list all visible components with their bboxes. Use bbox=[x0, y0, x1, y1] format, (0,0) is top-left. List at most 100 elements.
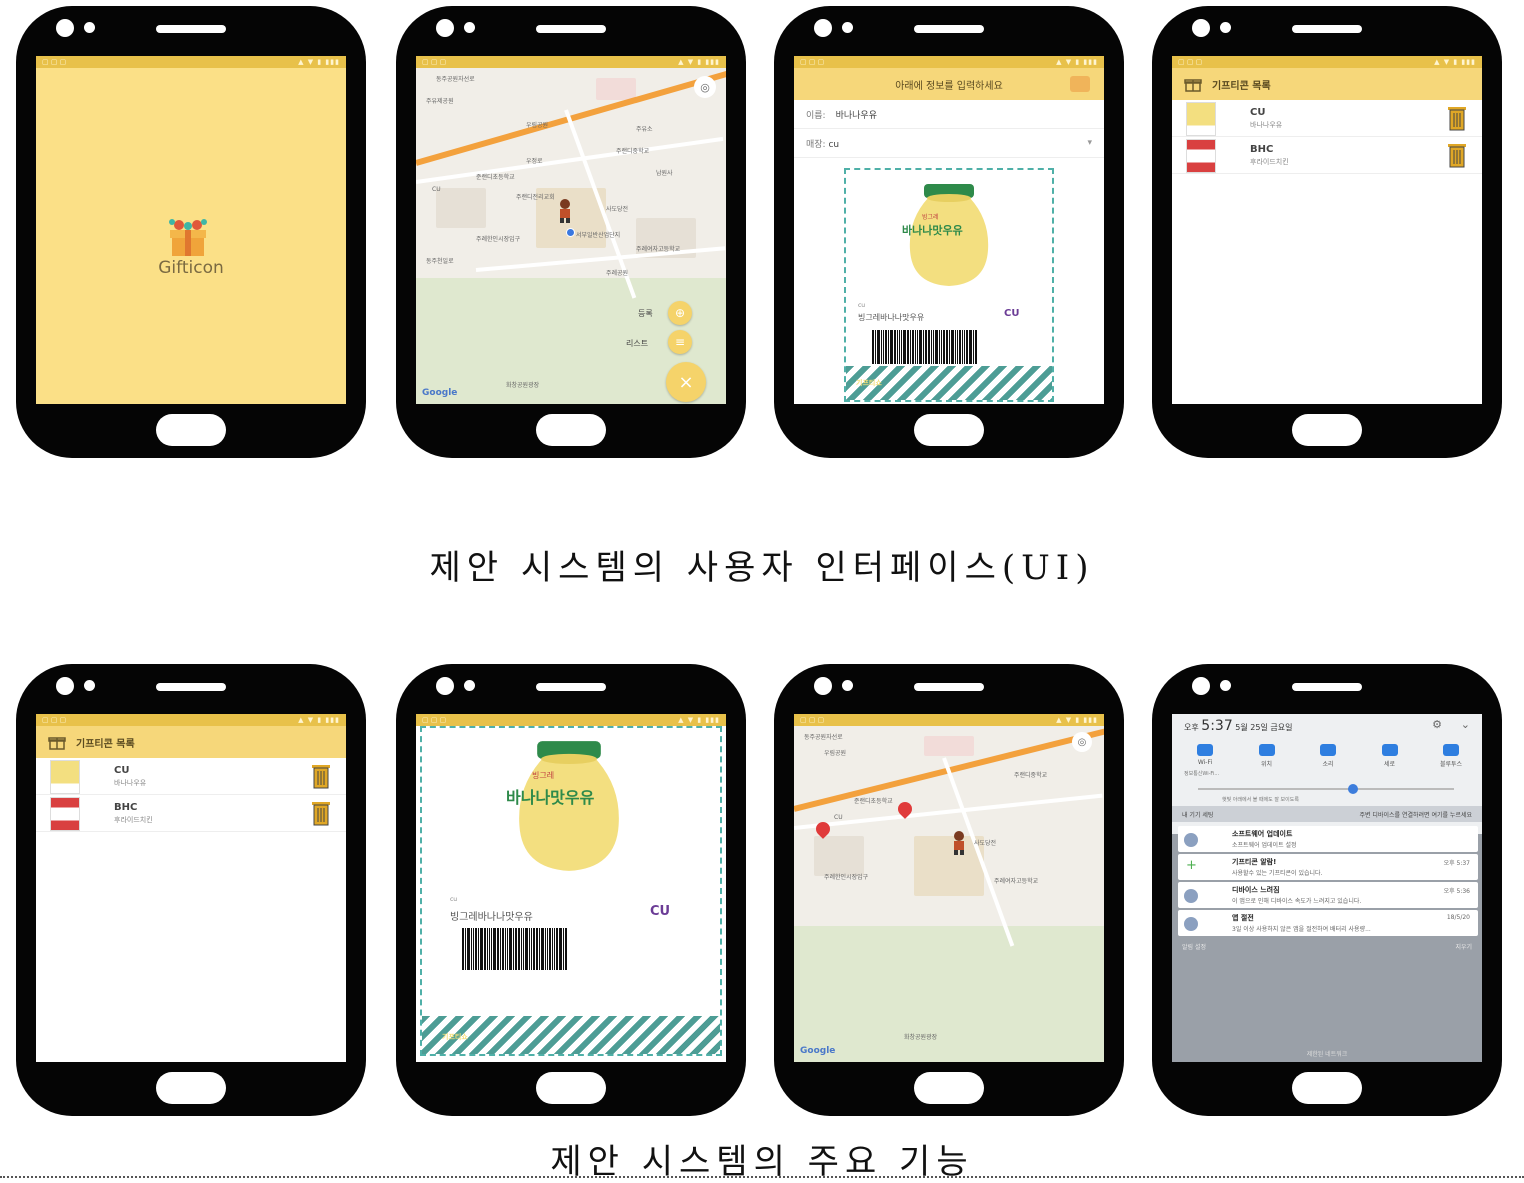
map-label: 주유제공원 bbox=[426, 98, 454, 105]
speaker bbox=[914, 683, 984, 691]
list-item[interactable]: BHC 후라이드치킨 bbox=[36, 795, 346, 832]
barcode-bar bbox=[949, 330, 950, 364]
bhc-chicken-thumbnail bbox=[50, 797, 80, 831]
status-bar: ▢ ▢ ▢ ▲ ▼ ▮ ▮▮▮ bbox=[1172, 56, 1482, 68]
stripe-text: 기프티쇼 bbox=[442, 1033, 468, 1041]
phone-splash: ▢ ▢ ▢ ▲ ▼ ▮ ▮▮▮ Gifticon bbox=[16, 6, 366, 458]
map-label: 주랜디중학교 bbox=[616, 148, 650, 155]
notification-card[interactable]: + 기프티콘 알람! 사용할수 있는 기프티콘이 있습니다. 오후 5:37 bbox=[1178, 854, 1478, 880]
user-location-character-icon bbox=[560, 199, 570, 223]
close-fab[interactable]: × bbox=[666, 362, 706, 402]
list-item[interactable]: CU 바나나우유 bbox=[1172, 100, 1482, 137]
chevron-down-icon[interactable]: ⌄ bbox=[1461, 718, 1470, 731]
list-header-title: 기프티콘 목록 bbox=[76, 738, 135, 750]
bluetooth-toggle[interactable]: 블루투스 bbox=[1428, 744, 1474, 768]
location-toggle[interactable]: 위치 bbox=[1244, 744, 1290, 768]
camera bbox=[1192, 19, 1210, 37]
coupon-product-name: 빙그레바나나맛우유 bbox=[858, 313, 925, 322]
list-item[interactable]: BHC 후라이드치킨 bbox=[1172, 137, 1482, 174]
sensor bbox=[842, 680, 853, 691]
wifi-toggle[interactable]: Wi-Fi bbox=[1182, 744, 1228, 768]
rotation-toggle[interactable]: 세로 bbox=[1367, 744, 1413, 768]
register-fab[interactable]: ⊕ bbox=[668, 301, 692, 325]
clear-all-link[interactable]: 지우기 bbox=[1455, 942, 1472, 951]
notification-card[interactable]: 앱 절전 3일 이상 사용하지 않은 앱을 절전하여 배터리 사용량... 18… bbox=[1178, 910, 1478, 936]
notification-time: 오후 5:36 bbox=[1443, 888, 1470, 895]
home-button[interactable] bbox=[156, 1072, 226, 1104]
barcode bbox=[462, 928, 567, 970]
home-button[interactable] bbox=[536, 1072, 606, 1104]
toggle-label: 블루투스 bbox=[1439, 761, 1463, 768]
map-block bbox=[596, 78, 636, 100]
trash-icon[interactable] bbox=[310, 763, 332, 789]
camera bbox=[1192, 677, 1210, 695]
trash-icon[interactable] bbox=[310, 800, 332, 826]
splash-screen: ▢ ▢ ▢ ▲ ▼ ▮ ▮▮▮ Gifticon bbox=[36, 56, 346, 404]
barcode-bar bbox=[489, 928, 490, 970]
barcode-bar bbox=[513, 928, 514, 970]
list-fab[interactable]: ≡ bbox=[668, 330, 692, 354]
name-field[interactable]: 이름: 바나나우유 bbox=[794, 100, 1104, 129]
map-screen: ▢ ▢ ▢ ▲ ▼ ▮ ▮▮▮ 동주공원자선로 우림공원 주랜디중학교 준랜디초등… bbox=[794, 714, 1104, 1062]
map-label: 주례공원 bbox=[606, 270, 629, 277]
map-view[interactable]: 동주공원자선로 우림공원 주랜디중학교 준랜디초등학교 CU 사도당전 주례여자… bbox=[794, 726, 1104, 1062]
barcode-bar bbox=[941, 330, 942, 364]
barcode-bar bbox=[523, 928, 524, 970]
notification-card[interactable]: 디바이스 느려짐 이 앱으로 인해 디바이스 속도가 느려지고 있습니다. 오후… bbox=[1178, 882, 1478, 908]
phone-coupon: ▢ ▢ ▢ ▲ ▼ ▮ ▮▮▮ 바나나맛우유 빙그레 cu 빙그레바나나맛우유 C… bbox=[396, 664, 746, 1116]
barcode-bar bbox=[539, 928, 540, 970]
barcode-bar bbox=[907, 330, 909, 364]
my-location-button[interactable]: ◎ bbox=[1072, 732, 1092, 752]
notification-card[interactable]: 소프트웨어 업데이트 소프트웨어 업데이트 설정 bbox=[1178, 826, 1478, 852]
home-button[interactable] bbox=[1292, 1072, 1362, 1104]
item-product: 후라이드치킨 bbox=[114, 816, 153, 824]
home-button[interactable] bbox=[1292, 414, 1362, 446]
battery-icon bbox=[1184, 917, 1198, 931]
clock: 오후 5:37 5월 25일 금요일 bbox=[1184, 718, 1292, 734]
barcode-bar bbox=[933, 330, 934, 364]
home-button[interactable] bbox=[914, 414, 984, 446]
trash-icon[interactable] bbox=[1446, 142, 1468, 168]
splash-background: Gifticon bbox=[36, 68, 346, 404]
map-view[interactable]: 동주공원자선로 주유제공원 우림공원 주유소 주랜디중학교 준랜디초등학교 남원… bbox=[416, 68, 726, 404]
map-label: 동주공원자선로 bbox=[436, 76, 475, 83]
gift-box-icon bbox=[169, 219, 207, 256]
barcode-bar bbox=[919, 330, 922, 364]
trash-icon[interactable] bbox=[1446, 105, 1468, 131]
item-store: BHC bbox=[114, 802, 138, 813]
barcode-bar bbox=[541, 928, 544, 970]
home-button[interactable] bbox=[536, 414, 606, 446]
home-button[interactable] bbox=[156, 414, 226, 446]
coupon-stripe: 기프티쇼 bbox=[846, 366, 1052, 400]
stripe-text: 기프티쇼 bbox=[856, 379, 882, 387]
barcode-bar bbox=[484, 928, 486, 970]
store-dropdown[interactable]: 매장: cu ▾ bbox=[794, 129, 1104, 158]
name-value: 바나나우유 bbox=[835, 110, 877, 121]
device-tab[interactable]: 내 기기 세팅 주변 디바이스를 연결하려면 여기를 누르세요 bbox=[1172, 806, 1482, 822]
toggle-label: 소리 bbox=[1322, 761, 1334, 768]
settings-gear-icon[interactable]: ⚙ bbox=[1432, 718, 1442, 731]
street bbox=[416, 136, 724, 184]
sensor bbox=[842, 22, 853, 33]
sound-toggle[interactable]: 소리 bbox=[1305, 744, 1351, 768]
list-item[interactable]: CU 바나나우유 bbox=[36, 758, 346, 795]
speaker bbox=[156, 25, 226, 33]
barcode-bar bbox=[946, 330, 948, 364]
notification-screen: 오후 5:37 5월 25일 금요일 ⚙ ⌄ Wi-Fi 위치 소리 세로 블루… bbox=[1172, 714, 1482, 1062]
barcode-bar bbox=[883, 330, 884, 364]
phone-notifications: 오후 5:37 5월 25일 금요일 ⚙ ⌄ Wi-Fi 위치 소리 세로 블루… bbox=[1152, 664, 1502, 1116]
slider-knob[interactable] bbox=[1348, 784, 1358, 794]
coupon-brand: cu bbox=[858, 302, 866, 309]
gallery-icon[interactable] bbox=[1070, 76, 1090, 92]
home-button[interactable] bbox=[914, 1072, 984, 1104]
banana-milk-thumbnail bbox=[1186, 102, 1216, 136]
maker-label: 빙그레 bbox=[532, 771, 555, 780]
brightness-slider[interactable] bbox=[1198, 784, 1454, 794]
barcode-bar bbox=[872, 330, 874, 364]
notification-settings-link[interactable]: 알림 설정 bbox=[1182, 942, 1206, 951]
location-icon bbox=[1258, 744, 1275, 756]
cu-logo: CU bbox=[1004, 308, 1020, 319]
camera bbox=[814, 19, 832, 37]
my-location-button[interactable]: ◎ bbox=[694, 76, 716, 98]
barcode-bar bbox=[497, 928, 499, 970]
